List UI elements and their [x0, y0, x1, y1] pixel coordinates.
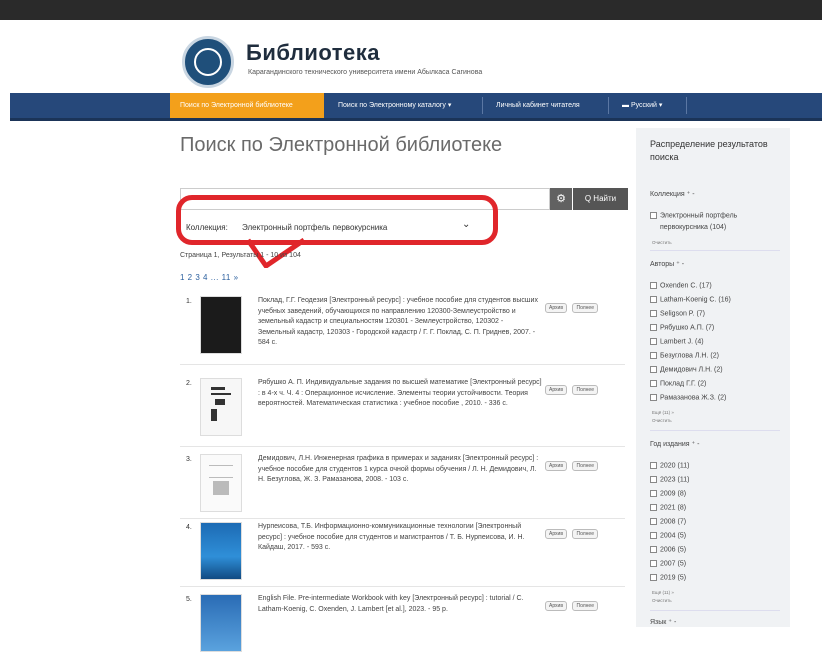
facet-author-item[interactable]: Поклад Г.Г. (2)	[650, 380, 706, 387]
result-number: 3.	[186, 456, 192, 463]
page-title: Поиск по Электронной библиотеке	[180, 134, 503, 156]
cover-lines-icon	[211, 387, 231, 421]
result-citation-link[interactable]: English File. Pre-intermediate Workbook …	[258, 594, 542, 615]
facet-authors-heading[interactable]: Авторы ⁺ -	[650, 260, 684, 268]
facet-author-item[interactable]: Latham-Koenig C. (16)	[650, 296, 731, 303]
result-number: 5.	[186, 596, 192, 603]
facet-year-item[interactable]: 2019 (5)	[650, 574, 686, 581]
site-header	[0, 20, 822, 92]
result-item: 4. Нурпеисова, Т.Б. Информационно-коммун…	[180, 522, 625, 587]
facet-author-item[interactable]: Рябушко А.П. (7)	[650, 324, 714, 331]
details-button[interactable]: Полнее	[572, 601, 598, 611]
book-cover-thumbnail[interactable]	[200, 522, 242, 580]
facets-title: Распределение результатов поиска	[650, 139, 768, 162]
gear-icon[interactable]: ⚙	[550, 188, 572, 210]
result-number: 2.	[186, 380, 192, 387]
facet-clear-link[interactable]: Очистить	[652, 240, 672, 245]
highlight-annotation	[176, 195, 498, 245]
nav-item-language[interactable]: ▬ Русский ▾	[612, 93, 684, 118]
nav-item-catalog-search[interactable]: Поиск по Электронному каталогу ▾	[328, 93, 478, 118]
search-button[interactable]: Q Найти	[573, 188, 628, 210]
facet-year-item[interactable]: 2021 (8)	[650, 504, 686, 511]
result-item: 5. English File. Pre-intermediate Workbo…	[180, 594, 625, 652]
book-cover-thumbnail[interactable]	[200, 378, 242, 436]
result-citation-link[interactable]: Рябушко А. П. Индивидуальные задания по …	[258, 378, 542, 410]
facet-author-item[interactable]: Oxenden C. (17)	[650, 282, 712, 289]
facet-collection-heading[interactable]: Коллекция ⁺ -	[650, 190, 695, 198]
details-button[interactable]: Полнее	[572, 385, 598, 395]
book-cover-thumbnail[interactable]	[200, 296, 242, 354]
facet-year-heading[interactable]: Год издания ⁺ -	[650, 440, 700, 448]
archive-button[interactable]: Архив	[545, 385, 568, 395]
facet-more-link[interactable]: Ещё (11) »	[652, 410, 674, 415]
facet-year-item[interactable]: 2008 (7)	[650, 518, 686, 525]
facet-language-heading[interactable]: Язык ⁺ -	[650, 618, 676, 626]
facet-year-item[interactable]: 2007 (5)	[650, 560, 686, 567]
facet-author-item[interactable]: Рамазанова Ж.З. (2)	[650, 394, 726, 401]
nav-item-ebook-search[interactable]: Поиск по Электронной библиотеке	[170, 93, 324, 118]
facet-author-item[interactable]: Безуглова Л.Н. (2)	[650, 352, 719, 359]
result-citation-link[interactable]: Поклад, Г.Г. Геодезия [Электронный ресур…	[258, 296, 542, 349]
facet-year-item[interactable]: 2023 (11)	[650, 476, 689, 483]
book-cover-thumbnail[interactable]	[200, 594, 242, 652]
result-item: 2. Рябушко А. П. Индивидуальные задания …	[180, 378, 625, 447]
archive-button[interactable]: Архив	[545, 529, 568, 539]
result-citation-link[interactable]: Демидович, Л.Н. Инженерная графика в при…	[258, 454, 542, 486]
facet-collection-item[interactable]: Электронный портфель	[650, 212, 737, 219]
checkbox[interactable]	[650, 212, 657, 219]
archive-button[interactable]: Архив	[545, 461, 568, 471]
facet-year-item[interactable]: 2009 (8)	[650, 490, 686, 497]
facet-year-item[interactable]: 2004 (5)	[650, 532, 686, 539]
details-button[interactable]: Полнее	[572, 529, 598, 539]
results-count: Страница 1, Результаты 1 - 10 из 104	[180, 252, 301, 259]
site-subtitle: Карагандинского технического университет…	[248, 69, 483, 76]
facets-sidebar: Распределение результатов поиска Коллекц…	[636, 128, 790, 627]
result-number: 1.	[186, 298, 192, 305]
browser-top-bar	[0, 0, 822, 20]
result-number: 4.	[186, 524, 192, 531]
archive-button[interactable]: Архив	[545, 601, 568, 611]
facet-year-item[interactable]: 2020 (11)	[650, 462, 689, 469]
facet-author-item[interactable]: Seligson P. (7)	[650, 310, 705, 317]
details-button[interactable]: Полнее	[572, 303, 598, 313]
result-citation-link[interactable]: Нурпеисова, Т.Б. Информационно-коммуника…	[258, 522, 542, 554]
site-title[interactable]: Библиотека	[246, 40, 380, 66]
facet-more-link[interactable]: Ещё (11) »	[652, 590, 674, 595]
main-nav: Поиск по Электронной библиотеке Поиск по…	[10, 93, 822, 121]
result-item: 3. Демидович, Л.Н. Инженерная графика в …	[180, 454, 625, 519]
nav-divider	[686, 97, 687, 114]
details-button[interactable]: Полнее	[572, 461, 598, 471]
nav-divider	[608, 97, 609, 114]
university-logo[interactable]	[182, 36, 234, 88]
facet-clear-link[interactable]: Очистить	[652, 418, 672, 423]
result-item: 1. Поклад, Г.Г. Геодезия [Электронный ре…	[180, 296, 625, 365]
facet-clear-link[interactable]: Очистить	[652, 598, 672, 603]
facet-author-item[interactable]: Lambert J. (4)	[650, 338, 704, 345]
facet-collection-item-cont[interactable]: первокурсника (104)	[660, 224, 726, 231]
book-cover-thumbnail[interactable]	[200, 454, 242, 512]
nav-divider	[482, 97, 483, 114]
nav-item-reader-account[interactable]: Личный кабинет читателя	[486, 93, 606, 118]
facet-year-item[interactable]: 2006 (5)	[650, 546, 686, 553]
pagination[interactable]: 1 2 3 4 ... 11 »	[180, 273, 239, 282]
facet-author-item[interactable]: Демидович Л.Н. (2)	[650, 366, 723, 373]
cover-lines-icon	[209, 465, 233, 495]
archive-button[interactable]: Архив	[545, 303, 568, 313]
